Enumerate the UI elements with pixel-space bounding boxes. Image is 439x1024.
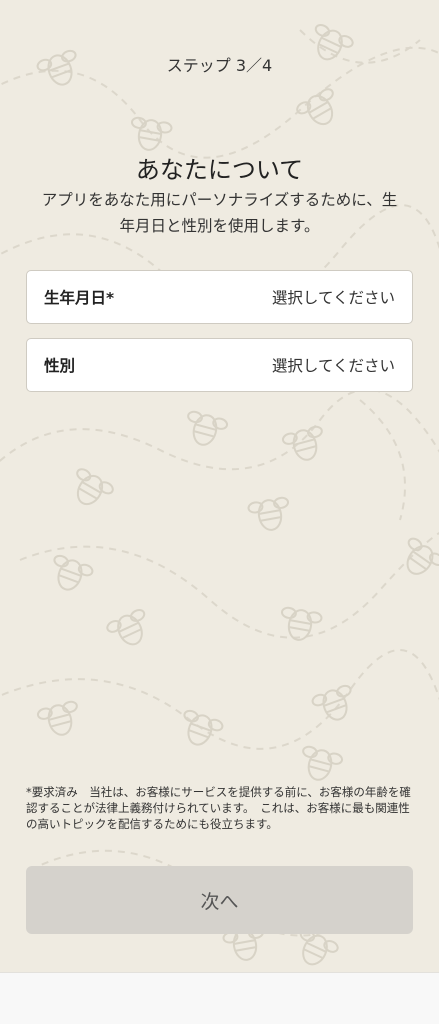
bottom-bar bbox=[0, 972, 439, 1024]
next-button[interactable]: 次へ bbox=[26, 866, 413, 934]
birthdate-value: 選択してください bbox=[271, 289, 395, 307]
age-requirement-note: *要求済み 当社は、お客様にサービスを提供する前に、お客様の年齢を確認することが… bbox=[26, 785, 411, 831]
gender-value: 選択してください bbox=[271, 357, 395, 375]
gender-field[interactable]: 性別 選択してください bbox=[26, 338, 413, 392]
gender-label: 性別 bbox=[44, 357, 76, 375]
page-title: あなたについて bbox=[135, 156, 304, 184]
birthdate-field[interactable]: 生年月日* 選択してください bbox=[26, 270, 413, 324]
step-indicator: ステップ 3／4 bbox=[166, 56, 273, 75]
page-subtitle: アプリをあなた用にパーソナライズするために、生年月日と性別を使用します。 bbox=[41, 191, 398, 235]
birthdate-label: 生年月日* bbox=[44, 289, 115, 307]
